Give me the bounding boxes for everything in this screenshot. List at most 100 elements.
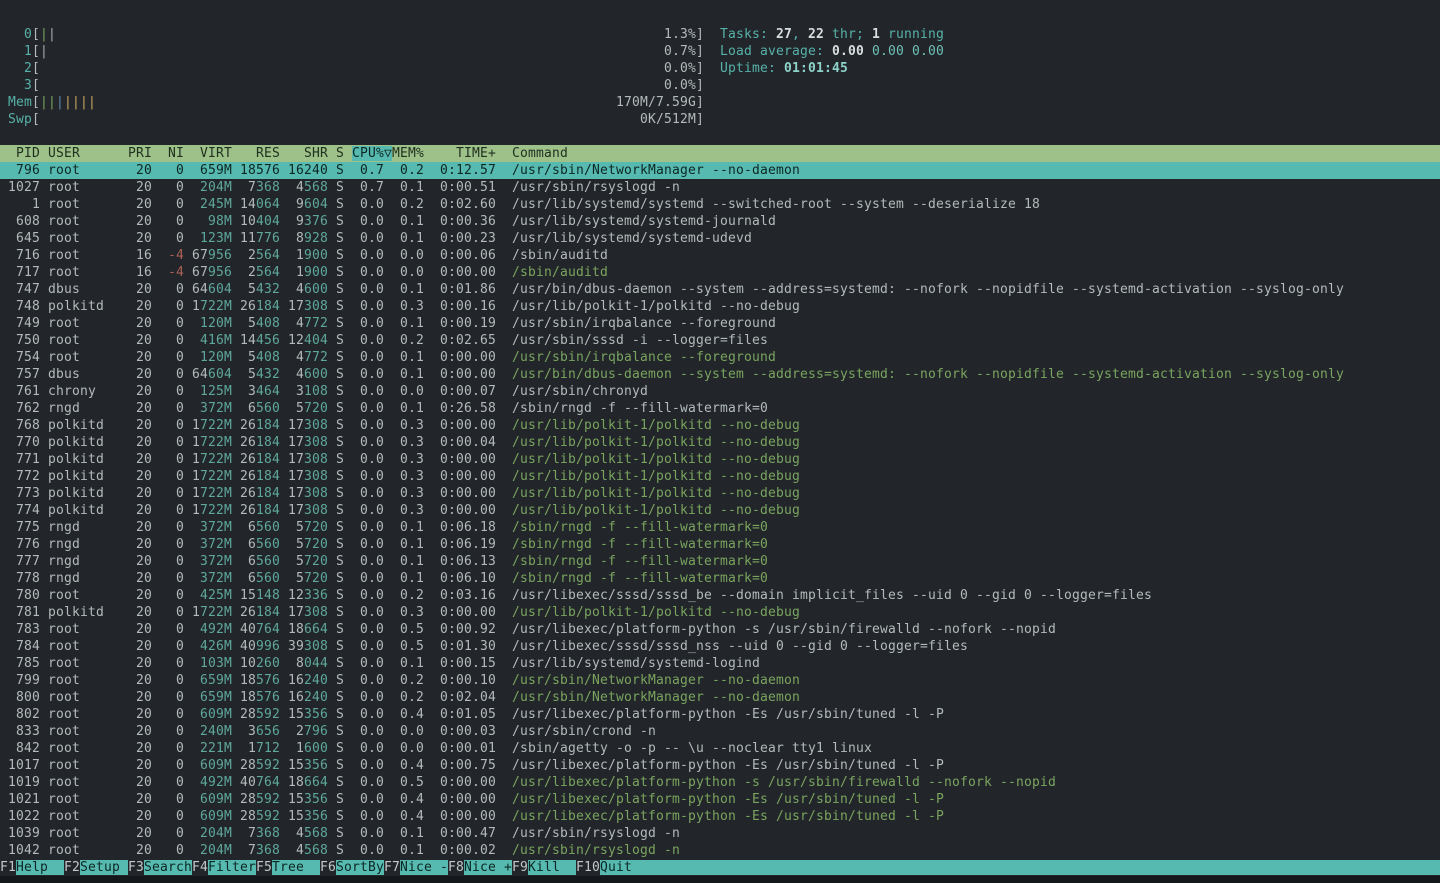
process-command: /usr/sbin/NetworkManager --no-daemon	[512, 673, 800, 688]
tasks-summary: Tasks: 27, 22 thr; 1 running	[720, 26, 944, 43]
cpu-1-meter: 1[| 0.7%]	[0, 43, 704, 60]
process-command: /usr/lib/polkit-1/polkitd --no-debug	[512, 469, 800, 484]
column-header-pid[interactable]: PID	[0, 146, 40, 161]
process-row-1019[interactable]: 1019 root 20 0 492M 40764 18664 S 0.0 0.…	[0, 774, 1440, 791]
column-header-pri[interactable]: PRI	[128, 146, 152, 161]
process-row-842[interactable]: 842 root 20 0 221M 1712 1600 S 0.0 0.0 0…	[0, 740, 1440, 757]
uptime: Uptime: 01:01:45	[720, 60, 944, 77]
process-row-645[interactable]: 645 root 20 0 123M 11776 8928 S 0.0 0.1 …	[0, 230, 1440, 247]
process-command: /usr/libexec/platform-python -Es /usr/sb…	[512, 809, 944, 824]
fkey-f7[interactable]: F7Nice -	[384, 860, 448, 875]
process-row-776[interactable]: 776 rngd 20 0 372M 6560 5720 S 0.0 0.1 0…	[0, 536, 1440, 553]
process-row-783[interactable]: 783 root 20 0 492M 40764 18664 S 0.0 0.5…	[0, 621, 1440, 638]
process-row-784[interactable]: 784 root 20 0 426M 40996 39308 S 0.0 0.5…	[0, 638, 1440, 655]
process-command: /usr/sbin/sssd -i --logger=files	[512, 333, 768, 348]
process-command: /usr/lib/systemd/systemd --switched-root…	[512, 197, 1040, 212]
process-command: /usr/lib/systemd/systemd-logind	[512, 656, 760, 671]
process-row-717[interactable]: 717 root 16 -4 67956 2564 1900 S 0.0 0.0…	[0, 264, 1440, 281]
process-row-774[interactable]: 774 polkitd 20 0 1722M 26184 17308 S 0.0…	[0, 502, 1440, 519]
process-row-749[interactable]: 749 root 20 0 120M 5408 4772 S 0.0 0.1 0…	[0, 315, 1440, 332]
process-rows: 796 root 20 0 659M 18576 16240 S 0.7 0.2…	[0, 162, 1440, 859]
process-command: /sbin/auditd	[512, 248, 608, 263]
process-command: /usr/sbin/NetworkManager --no-daemon	[512, 163, 800, 178]
process-row-762[interactable]: 762 rngd 20 0 372M 6560 5720 S 0.0 0.1 0…	[0, 400, 1440, 417]
process-command: /usr/lib/polkit-1/polkitd --no-debug	[512, 503, 800, 518]
process-row-1017[interactable]: 1017 root 20 0 609M 28592 15356 S 0.0 0.…	[0, 757, 1440, 774]
process-row-780[interactable]: 780 root 20 0 425M 15148 12336 S 0.0 0.2…	[0, 587, 1440, 604]
fkey-f5[interactable]: F5Tree	[256, 860, 320, 875]
process-row-1021[interactable]: 1021 root 20 0 609M 28592 15356 S 0.0 0.…	[0, 791, 1440, 808]
process-row-770[interactable]: 770 polkitd 20 0 1722M 26184 17308 S 0.0…	[0, 434, 1440, 451]
fkey-f10[interactable]: F10Quit	[576, 860, 648, 875]
process-command: /usr/sbin/rsyslogd -n	[512, 180, 680, 195]
process-table: PID USER PRI NI VIRT RES SHR S CPU%▽MEM%…	[0, 145, 1440, 859]
column-header-cmd[interactable]: Command	[512, 146, 568, 161]
column-header-res[interactable]: RES	[240, 146, 280, 161]
fkey-f3[interactable]: F3Search	[128, 860, 192, 875]
process-command: /usr/lib/polkit-1/polkitd --no-debug	[512, 452, 800, 467]
load-average: Load average: 0.00 0.00 0.00	[720, 43, 944, 60]
process-row-778[interactable]: 778 rngd 20 0 372M 6560 5720 S 0.0 0.1 0…	[0, 570, 1440, 587]
column-header-virt[interactable]: VIRT	[192, 146, 232, 161]
cpu-3-meter: 3[ 0.0%]	[0, 77, 704, 94]
process-row-757[interactable]: 757 dbus 20 0 64604 5432 4600 S 0.0 0.1 …	[0, 366, 1440, 383]
process-row-608[interactable]: 608 root 20 0 98M 10404 9376 S 0.0 0.1 0…	[0, 213, 1440, 230]
process-row-773[interactable]: 773 polkitd 20 0 1722M 26184 17308 S 0.0…	[0, 485, 1440, 502]
fkey-f2[interactable]: F2Setup	[64, 860, 128, 875]
cpu-2-meter: 2[ 0.0%]	[0, 60, 704, 77]
process-row-768[interactable]: 768 polkitd 20 0 1722M 26184 17308 S 0.0…	[0, 417, 1440, 434]
process-command: /usr/libexec/sssd/sssd_be --domain impli…	[512, 588, 1152, 603]
process-row-748[interactable]: 748 polkitd 20 0 1722M 26184 17308 S 0.0…	[0, 298, 1440, 315]
column-header-shr[interactable]: SHR	[288, 146, 328, 161]
process-row-802[interactable]: 802 root 20 0 609M 28592 15356 S 0.0 0.4…	[0, 706, 1440, 723]
process-command: /usr/lib/polkit-1/polkitd --no-debug	[512, 486, 800, 501]
column-header-s[interactable]: S	[336, 146, 344, 161]
process-command: /usr/libexec/platform-python -s /usr/sbi…	[512, 622, 1056, 637]
process-row-1039[interactable]: 1039 root 20 0 204M 7368 4568 S 0.0 0.1 …	[0, 825, 1440, 842]
fkey-f4[interactable]: F4Filter	[192, 860, 256, 875]
fkey-f6[interactable]: F6SortBy	[320, 860, 384, 875]
process-row-796[interactable]: 796 root 20 0 659M 18576 16240 S 0.7 0.2…	[0, 162, 1440, 179]
process-row-775[interactable]: 775 rngd 20 0 372M 6560 5720 S 0.0 0.1 0…	[0, 519, 1440, 536]
process-row-833[interactable]: 833 root 20 0 240M 3656 2796 S 0.0 0.0 0…	[0, 723, 1440, 740]
column-header-user[interactable]: USER	[48, 146, 120, 161]
table-header-row[interactable]: PID USER PRI NI VIRT RES SHR S CPU%▽MEM%…	[0, 145, 1440, 162]
process-row-716[interactable]: 716 root 16 -4 67956 2564 1900 S 0.0 0.0…	[0, 247, 1440, 264]
process-row-754[interactable]: 754 root 20 0 120M 5408 4772 S 0.0 0.1 0…	[0, 349, 1440, 366]
process-row-785[interactable]: 785 root 20 0 103M 10260 8044 S 0.0 0.1 …	[0, 655, 1440, 672]
column-header-time[interactable]: TIME+	[432, 146, 504, 161]
process-command: /usr/sbin/rsyslogd -n	[512, 826, 680, 841]
process-command: /sbin/rngd -f --fill-watermark=0	[512, 554, 768, 569]
bottom-strip	[0, 876, 1440, 883]
process-command: /usr/libexec/platform-python -Es /usr/sb…	[512, 792, 944, 807]
process-command: /sbin/auditd	[512, 265, 608, 280]
column-header-cpu[interactable]: CPU%▽	[352, 146, 392, 161]
memory-meter: Mem[||||||| 170M/7.59G]	[0, 94, 704, 111]
process-command: /usr/lib/polkit-1/polkitd --no-debug	[512, 435, 800, 450]
process-row-761[interactable]: 761 chrony 20 0 125M 3464 3108 S 0.0 0.0…	[0, 383, 1440, 400]
column-header-ni[interactable]: NI	[160, 146, 184, 161]
process-row-777[interactable]: 777 rngd 20 0 372M 6560 5720 S 0.0 0.1 0…	[0, 553, 1440, 570]
process-command: /sbin/rngd -f --fill-watermark=0	[512, 520, 768, 535]
process-row-1022[interactable]: 1022 root 20 0 609M 28592 15356 S 0.0 0.…	[0, 808, 1440, 825]
process-command: /usr/lib/polkit-1/polkitd --no-debug	[512, 605, 800, 620]
process-row-747[interactable]: 747 dbus 20 0 64604 5432 4600 S 0.0 0.1 …	[0, 281, 1440, 298]
column-header-mem[interactable]: MEM%	[392, 146, 424, 161]
process-command: /usr/bin/dbus-daemon --system --address=…	[512, 367, 1344, 382]
fkey-f8[interactable]: F8Nice +	[448, 860, 512, 875]
process-row-781[interactable]: 781 polkitd 20 0 1722M 26184 17308 S 0.0…	[0, 604, 1440, 621]
process-row-1[interactable]: 1 root 20 0 245M 14064 9604 S 0.0 0.2 0:…	[0, 196, 1440, 213]
process-row-1027[interactable]: 1027 root 20 0 204M 7368 4568 S 0.7 0.1 …	[0, 179, 1440, 196]
process-row-750[interactable]: 750 root 20 0 416M 14456 12404 S 0.0 0.2…	[0, 332, 1440, 349]
process-row-772[interactable]: 772 polkitd 20 0 1722M 26184 17308 S 0.0…	[0, 468, 1440, 485]
fkey-f1[interactable]: F1Help	[0, 860, 64, 875]
fkey-f9[interactable]: F9Kill	[512, 860, 576, 875]
system-summary: Tasks: 27, 22 thr; 1 runningLoad average…	[720, 26, 944, 77]
process-row-799[interactable]: 799 root 20 0 659M 18576 16240 S 0.0 0.2…	[0, 672, 1440, 689]
process-row-1042[interactable]: 1042 root 20 0 204M 7368 4568 S 0.0 0.1 …	[0, 842, 1440, 859]
process-command: /usr/sbin/rsyslogd -n	[512, 843, 680, 858]
process-row-800[interactable]: 800 root 20 0 659M 18576 16240 S 0.0 0.2…	[0, 689, 1440, 706]
process-command: /usr/lib/polkit-1/polkitd --no-debug	[512, 299, 800, 314]
process-row-771[interactable]: 771 polkitd 20 0 1722M 26184 17308 S 0.0…	[0, 451, 1440, 468]
process-command: /usr/lib/polkit-1/polkitd --no-debug	[512, 418, 800, 433]
